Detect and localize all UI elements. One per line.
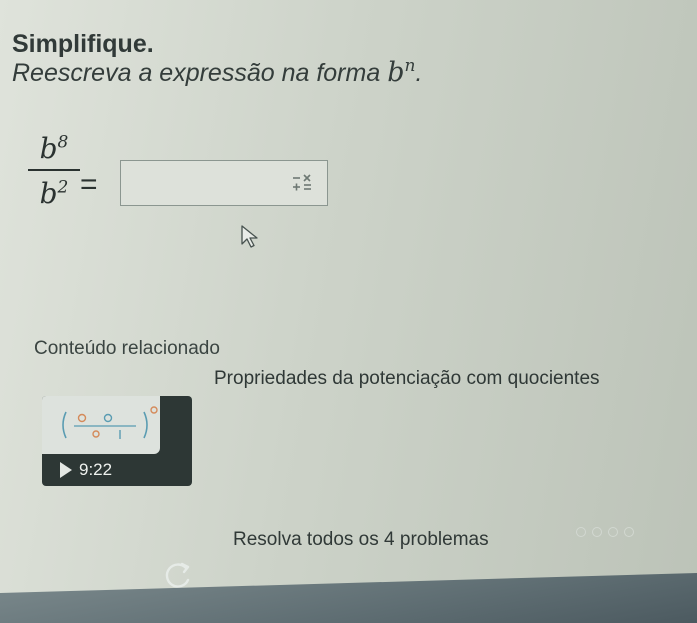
mouse-cursor-icon — [241, 225, 258, 248]
fraction-expression: b8 b2 — [28, 132, 80, 210]
denominator-base: b — [39, 177, 58, 210]
exercise-prompt: Reescreva a expressão na forma bn. — [12, 56, 422, 88]
fraction-numerator: b8 — [28, 132, 80, 165]
prompt-text: Reescreva a expressão na forma — [12, 59, 381, 87]
exercise-title: Simplifique. — [12, 30, 154, 58]
target-form: bn — [387, 56, 416, 88]
thumbnail-math-illustration — [62, 406, 158, 439]
practice-instruction: Resolva todos os 4 problemas — [233, 529, 489, 550]
fraction-bar — [28, 169, 80, 171]
play-icon — [60, 462, 72, 478]
answer-input[interactable] — [120, 160, 328, 206]
thumbnail-preview — [42, 396, 160, 454]
fraction-denominator: b2 — [28, 177, 80, 210]
prompt-period: . — [415, 59, 423, 87]
video-thumbnail[interactable]: 9:22 — [42, 396, 192, 486]
equals-sign: = — [80, 168, 98, 201]
numerator-base: b — [39, 132, 58, 165]
numerator-exponent: 8 — [57, 132, 69, 153]
progress-dot — [592, 527, 602, 537]
progress-dot — [608, 527, 618, 537]
retry-icon — [165, 562, 190, 588]
video-duration: 9:22 — [79, 460, 113, 479]
progress-dot — [576, 527, 586, 537]
related-content-heading: Conteúdo relacionado — [34, 338, 220, 359]
progress-dots — [576, 527, 634, 537]
target-form-exponent: n — [404, 56, 416, 76]
math-keyboard-icon[interactable] — [291, 173, 313, 193]
target-form-base: b — [387, 57, 405, 88]
progress-dot — [624, 527, 634, 537]
video-title-link[interactable]: Propriedades da potenciação com quocient… — [214, 368, 600, 390]
denominator-exponent: 2 — [57, 177, 69, 198]
